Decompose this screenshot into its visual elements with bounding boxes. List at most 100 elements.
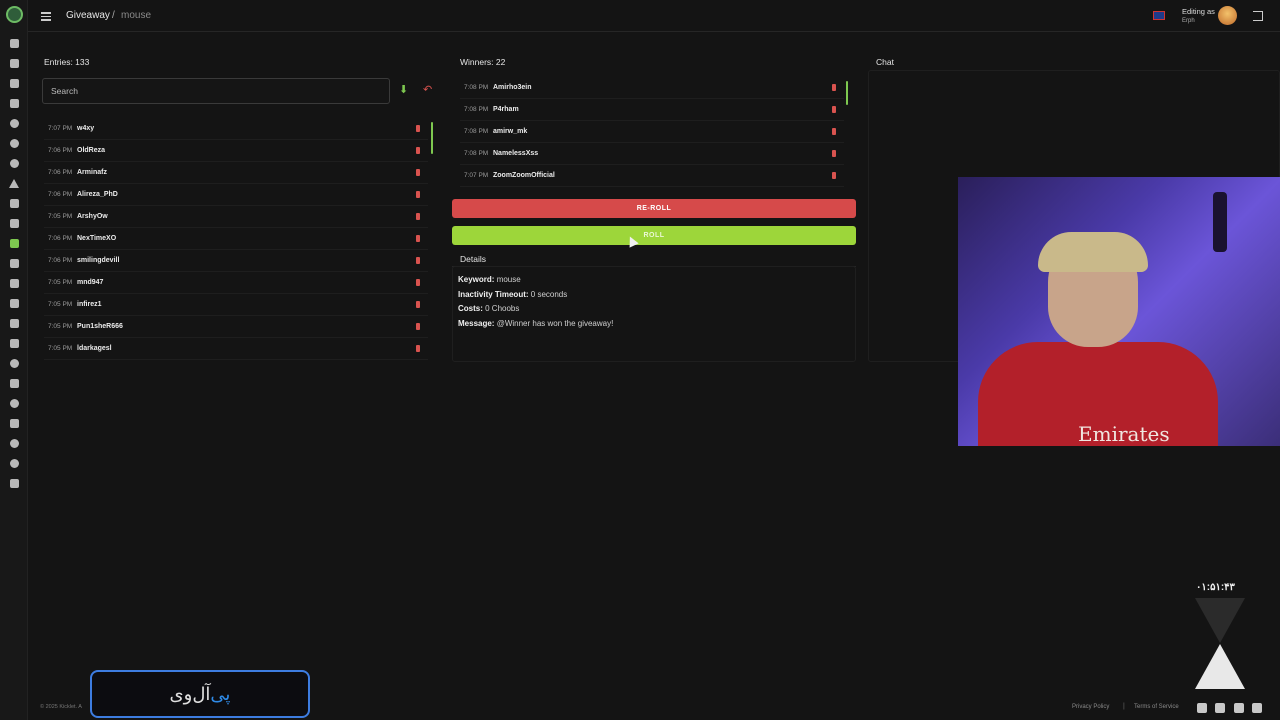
winner-time: 7:08 PM xyxy=(464,150,489,157)
roll-button[interactable]: ROLL xyxy=(452,226,856,245)
reroll-button[interactable]: RE-ROLL xyxy=(452,199,856,218)
privacy-policy-link[interactable]: Privacy Policy xyxy=(1072,704,1109,710)
wallet-icon[interactable] xyxy=(8,477,20,489)
chat-title: Chat xyxy=(876,57,894,67)
list-item: 7:08 PM amirw_mk xyxy=(460,121,844,143)
list-item: 7:05 PM Pun1sheR666 xyxy=(44,316,428,338)
sponsor-text-accent: پی xyxy=(210,683,231,705)
document-icon[interactable] xyxy=(1252,703,1262,713)
delete-icon[interactable] xyxy=(416,257,420,264)
language-flag-icon[interactable] xyxy=(1153,11,1165,20)
chat-icon[interactable] xyxy=(8,117,20,129)
entry-name: ArshyOw xyxy=(77,213,108,220)
editing-as-label: Editing as xyxy=(1182,7,1215,16)
kick-icon[interactable] xyxy=(1215,703,1225,713)
monitor-icon[interactable] xyxy=(8,417,20,429)
list-item: 7:05 PM mnd947 xyxy=(44,272,428,294)
link-icon[interactable] xyxy=(8,77,20,89)
hamburger-menu-icon[interactable] xyxy=(41,12,51,21)
detail-costs-label: Costs: xyxy=(458,304,483,313)
delete-icon[interactable] xyxy=(416,191,420,198)
discord-icon[interactable] xyxy=(8,457,20,469)
list-item: 7:05 PM ldarkagesl xyxy=(44,338,428,360)
top-bar: Giveaway / mouse Editing as Erph xyxy=(28,0,1280,32)
delete-icon[interactable] xyxy=(416,147,420,154)
entry-name: Pun1sheR666 xyxy=(77,323,123,330)
delete-icon[interactable] xyxy=(416,301,420,308)
entry-time: 7:06 PM xyxy=(48,147,73,154)
list-item: 7:06 PM Alireza_PhD xyxy=(44,184,428,206)
triangle-icon[interactable] xyxy=(8,177,20,189)
star-icon[interactable] xyxy=(8,217,20,229)
chain-link-icon[interactable] xyxy=(8,277,20,289)
delete-icon[interactable] xyxy=(416,279,420,286)
smile-icon[interactable] xyxy=(8,357,20,369)
breadcrumb-giveaway[interactable]: Giveaway xyxy=(66,10,110,21)
delete-icon[interactable] xyxy=(832,172,836,179)
detail-timeout: Inactivity Timeout: 0 seconds xyxy=(458,290,567,299)
details-title: Details xyxy=(460,254,486,264)
cart-icon[interactable] xyxy=(8,257,20,269)
delete-icon[interactable] xyxy=(416,323,420,330)
shield-icon[interactable] xyxy=(8,157,20,169)
entry-time: 7:06 PM xyxy=(48,191,73,198)
entry-name: NexTimeXO xyxy=(77,235,117,242)
entries-scrollbar[interactable] xyxy=(431,122,433,154)
download-icon[interactable]: ⬇ xyxy=(399,85,409,96)
list-item: 7:08 PM Amirho3ein xyxy=(460,77,844,99)
list-item: 7:05 PM infirez1 xyxy=(44,294,428,316)
video-icon[interactable] xyxy=(8,317,20,329)
film-icon[interactable] xyxy=(8,377,20,389)
winners-list: 7:08 PM Amirho3ein 7:08 PM P4rham 7:08 PM a… xyxy=(460,77,844,187)
entry-time: 7:07 PM xyxy=(48,125,73,132)
hammer-icon[interactable] xyxy=(8,97,20,109)
undo-icon[interactable]: ↶ xyxy=(423,85,433,96)
winner-time: 7:08 PM xyxy=(464,128,489,135)
delete-icon[interactable] xyxy=(416,345,420,352)
winner-name: Amirho3ein xyxy=(493,84,532,91)
terms-of-service-link[interactable]: Terms of Service xyxy=(1134,704,1179,710)
winners-scrollbar[interactable] xyxy=(846,81,848,105)
entry-name: mnd947 xyxy=(77,279,104,286)
detail-timeout-label: Inactivity Timeout: xyxy=(458,290,529,299)
gift-icon[interactable] xyxy=(8,237,20,249)
winner-name: P4rham xyxy=(493,106,519,113)
detail-keyword: Keyword: mouse xyxy=(458,275,521,284)
winner-time: 7:08 PM xyxy=(464,106,489,113)
list-item: 7:06 PM NexTimeXO xyxy=(44,228,428,250)
delete-icon[interactable] xyxy=(416,213,420,220)
avatar[interactable] xyxy=(1218,6,1237,25)
list-item: 7:08 PM P4rham xyxy=(460,99,844,121)
box-icon[interactable] xyxy=(8,337,20,349)
list-item: 7:06 PM smilingdevill xyxy=(44,250,428,272)
search-icon[interactable] xyxy=(8,437,20,449)
music-icon[interactable] xyxy=(8,197,20,209)
delete-icon[interactable] xyxy=(416,169,420,176)
x-icon[interactable] xyxy=(1234,703,1244,713)
delete-icon[interactable] xyxy=(832,106,836,113)
list-item: 7:07 PM ZoomZoomOfficial xyxy=(460,165,844,187)
clock-icon[interactable] xyxy=(8,137,20,149)
file-icon[interactable] xyxy=(8,57,20,69)
delete-icon[interactable] xyxy=(416,125,420,132)
stream-timer: ۰۱:۵۱:۴۳ xyxy=(1196,582,1235,593)
logout-icon[interactable] xyxy=(1253,11,1263,21)
sponsor-text-main: آل‌وی xyxy=(169,683,211,705)
delete-icon[interactable] xyxy=(832,84,836,91)
delete-icon[interactable] xyxy=(416,235,420,242)
app-logo-icon[interactable] xyxy=(6,6,23,23)
sidebar xyxy=(0,0,28,720)
delete-icon[interactable] xyxy=(832,128,836,135)
entry-time: 7:05 PM xyxy=(48,213,73,220)
chart-icon[interactable] xyxy=(8,297,20,309)
delete-icon[interactable] xyxy=(832,150,836,157)
breadcrumb-separator: / xyxy=(112,10,115,21)
entry-time: 7:05 PM xyxy=(48,279,73,286)
discord-icon[interactable] xyxy=(1197,703,1207,713)
dashboard-icon[interactable] xyxy=(8,37,20,49)
editing-user-name: Erph xyxy=(1182,18,1195,24)
list-item: 7:06 PM OldReza xyxy=(44,140,428,162)
search-input[interactable] xyxy=(42,78,390,104)
entry-name: Arminafz xyxy=(77,169,107,176)
message-icon[interactable] xyxy=(8,397,20,409)
